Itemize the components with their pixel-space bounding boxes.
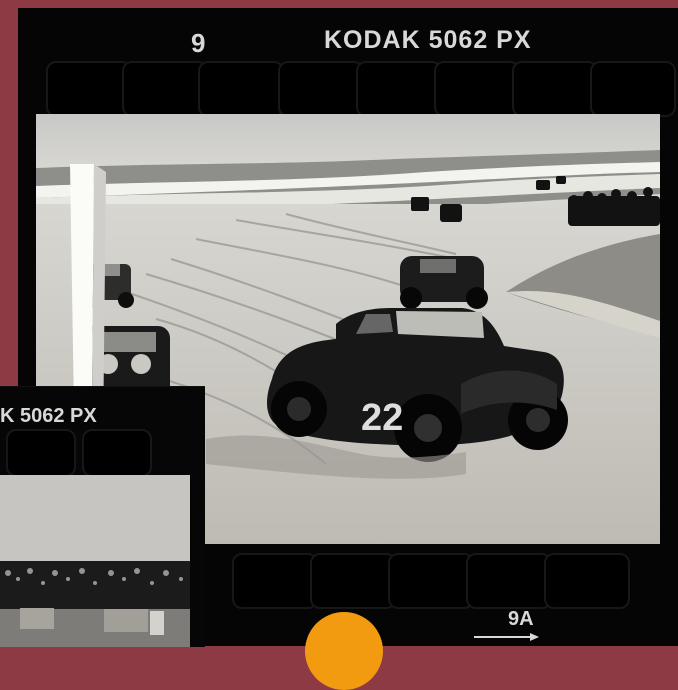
- grandstand-illustration: [0, 475, 190, 647]
- kodak-code-label: KODAK 5062 PX: [324, 26, 532, 54]
- frame-sub-number-label: 9A: [508, 608, 534, 630]
- arrow-right-icon: [474, 633, 539, 641]
- top-sprocket-hole: [122, 61, 208, 117]
- frame-number-label: 9: [191, 28, 206, 58]
- second-frame-sprocket-hole: [82, 429, 152, 477]
- bottom-sprocket-hole: [544, 553, 630, 609]
- bottom-sprocket-hole: [388, 553, 474, 609]
- top-sprocket-hole: [278, 61, 364, 117]
- top-sprocket-hole: [356, 61, 442, 117]
- orange-circle-icon: [305, 612, 383, 690]
- top-sprocket-hole: [46, 61, 132, 117]
- top-sprocket-hole: [512, 61, 598, 117]
- second-frame-sprocket-hole: [6, 429, 76, 477]
- top-sprocket-hole: [590, 61, 676, 117]
- second-kodak-code-label: K 5062 PX: [0, 405, 97, 427]
- grandstand-photo: [0, 475, 190, 647]
- top-sprocket-hole: [434, 61, 520, 117]
- car-number-label: 22: [361, 397, 403, 439]
- bottom-sprocket-hole: [466, 553, 552, 609]
- bottom-sprocket-hole: [310, 553, 396, 609]
- bottom-sprocket-hole: [232, 553, 318, 609]
- overlapping-film-frame: K 5062 PX: [0, 386, 205, 647]
- top-sprocket-hole: [198, 61, 284, 117]
